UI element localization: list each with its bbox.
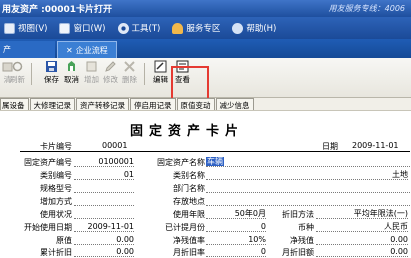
usage-status-field[interactable] (74, 209, 134, 219)
field-label: 规格型号 (40, 184, 72, 193)
service-icon (172, 22, 184, 34)
window-icon (59, 22, 71, 34)
menu-service-zone[interactable]: 服务专区 (172, 22, 220, 34)
category-no-field[interactable]: 01 (74, 170, 134, 180)
header-divider (20, 151, 410, 152)
window-title: 用友资产 :00001卡片打开 (2, 5, 113, 15)
edit-button[interactable]: 编辑 (152, 60, 169, 85)
save-button[interactable]: 保存 (43, 60, 60, 85)
asset-no-field[interactable]: 0100001 (74, 157, 134, 167)
field-label: 存放地点 (173, 197, 205, 206)
toolbar-separator (31, 63, 32, 85)
menu-window[interactable]: 窗口(W) (59, 22, 106, 34)
service-life-field[interactable]: 50年0月 (206, 209, 266, 219)
category-name-field[interactable]: 土地 (206, 170, 408, 180)
refresh-icon (12, 61, 23, 72)
title-bar: 用友资产 :00001卡片打开 用友服务专线：4006 (0, 0, 411, 17)
spec-model-field[interactable] (74, 183, 134, 193)
menu-view[interactable]: 视图(V) (4, 22, 47, 34)
subtab-overhaul-records[interactable]: 大修理记录 (29, 98, 75, 110)
subtab-transfer-records[interactable]: 资产转移记录 (76, 98, 129, 110)
currency-field[interactable]: 人民币 (316, 222, 408, 232)
residual-rate-field[interactable]: 10% (206, 235, 266, 245)
card-no-value: 00001 (102, 141, 128, 150)
field-label: 累计折旧 (40, 248, 72, 257)
department-field[interactable] (206, 183, 410, 193)
tab-asset[interactable]: 产 (0, 41, 55, 58)
gear-icon (117, 22, 129, 34)
start-date-field[interactable]: 2009-11-01 (74, 222, 134, 232)
field-label: 净残值率 (173, 236, 205, 245)
help-icon (232, 22, 244, 34)
field-label: 原值 (56, 236, 72, 245)
field-label: 增加方式 (40, 197, 72, 206)
field-label: 固定资产名称 (157, 158, 205, 167)
document-tab-bar: 产 ✕ 企业流程 (0, 39, 411, 58)
field-label: 类别名称 (173, 171, 205, 180)
monthly-amount-field[interactable]: 0.00 (316, 247, 408, 257)
edit-icon (154, 60, 167, 73)
menu-help[interactable]: 帮助(H) (232, 22, 276, 34)
field-label: 币种 (298, 223, 314, 232)
subtab-attached-equipment[interactable]: 属设备 (0, 98, 29, 110)
field-label: 固定资产编号 (24, 158, 72, 167)
highlight-box (171, 66, 209, 100)
menu-bar: 视图(V) 窗口(W) 工具(T) 服务专区 帮助(H) (0, 17, 411, 39)
field-label: 使用年限 (173, 210, 205, 219)
delete-button[interactable]: 删除 (121, 60, 138, 85)
asset-name-field[interactable]: 车辆 (206, 157, 410, 167)
field-label: 部门名称 (173, 184, 205, 193)
location-field[interactable] (206, 196, 410, 206)
tab-enterprise-process[interactable]: ✕ 企业流程 (57, 41, 117, 58)
close-icon[interactable]: ✕ (66, 46, 73, 55)
card-title: 固定资产卡片 (130, 124, 245, 139)
date-value: 2009-11-01 (352, 141, 399, 150)
original-value-field[interactable]: 0.00 (74, 235, 134, 245)
field-label: 类别编号 (40, 171, 72, 180)
field-label: 折旧方法 (282, 210, 314, 219)
menu-tools[interactable]: 工具(T) (117, 22, 160, 34)
depreciation-method-field[interactable]: 平均年限法(一) (316, 209, 408, 219)
field-label: 开始使用日期 (24, 223, 72, 232)
field-label: 月折旧率 (173, 248, 205, 257)
add-icon (86, 61, 97, 72)
view-icon (4, 22, 15, 34)
accumulated-depreciation-field[interactable]: 0.00 (74, 247, 134, 257)
field-label: 月折旧额 (282, 248, 314, 257)
subtab-original-value-change[interactable]: 原值变动 (176, 98, 215, 110)
modify-button[interactable]: 修改 (102, 60, 119, 85)
residual-value-field[interactable]: 0.00 (316, 235, 408, 245)
cancel-icon (68, 61, 75, 71)
edit-pencil-icon (105, 61, 116, 72)
subtab-reduction-info[interactable]: 减少信息 (215, 98, 254, 110)
field-label: 使用状况 (40, 210, 72, 219)
save-icon (46, 61, 57, 72)
cancel-button[interactable]: 取消 (63, 60, 80, 85)
add-method-field[interactable] (74, 196, 134, 206)
field-label: 净残值 (290, 236, 314, 245)
depreciated-months-field[interactable]: 0 (206, 222, 266, 232)
card-subtabs: 属设备 大修理记录 资产转移记录 停启用记录 原值变动 减少信息 (0, 98, 411, 110)
monthly-rate-field[interactable]: 0 (206, 247, 266, 257)
service-hotline: 用友服务专线：4006 (328, 4, 405, 13)
toolbar-separator (144, 63, 145, 85)
subtab-suspend-records[interactable]: 停启用记录 (130, 98, 176, 110)
refresh-button[interactable]: 刷新 (9, 60, 26, 85)
delete-icon (124, 61, 135, 72)
field-label: 已计提月份 (165, 223, 205, 232)
add-button[interactable]: 增加 (83, 60, 100, 85)
